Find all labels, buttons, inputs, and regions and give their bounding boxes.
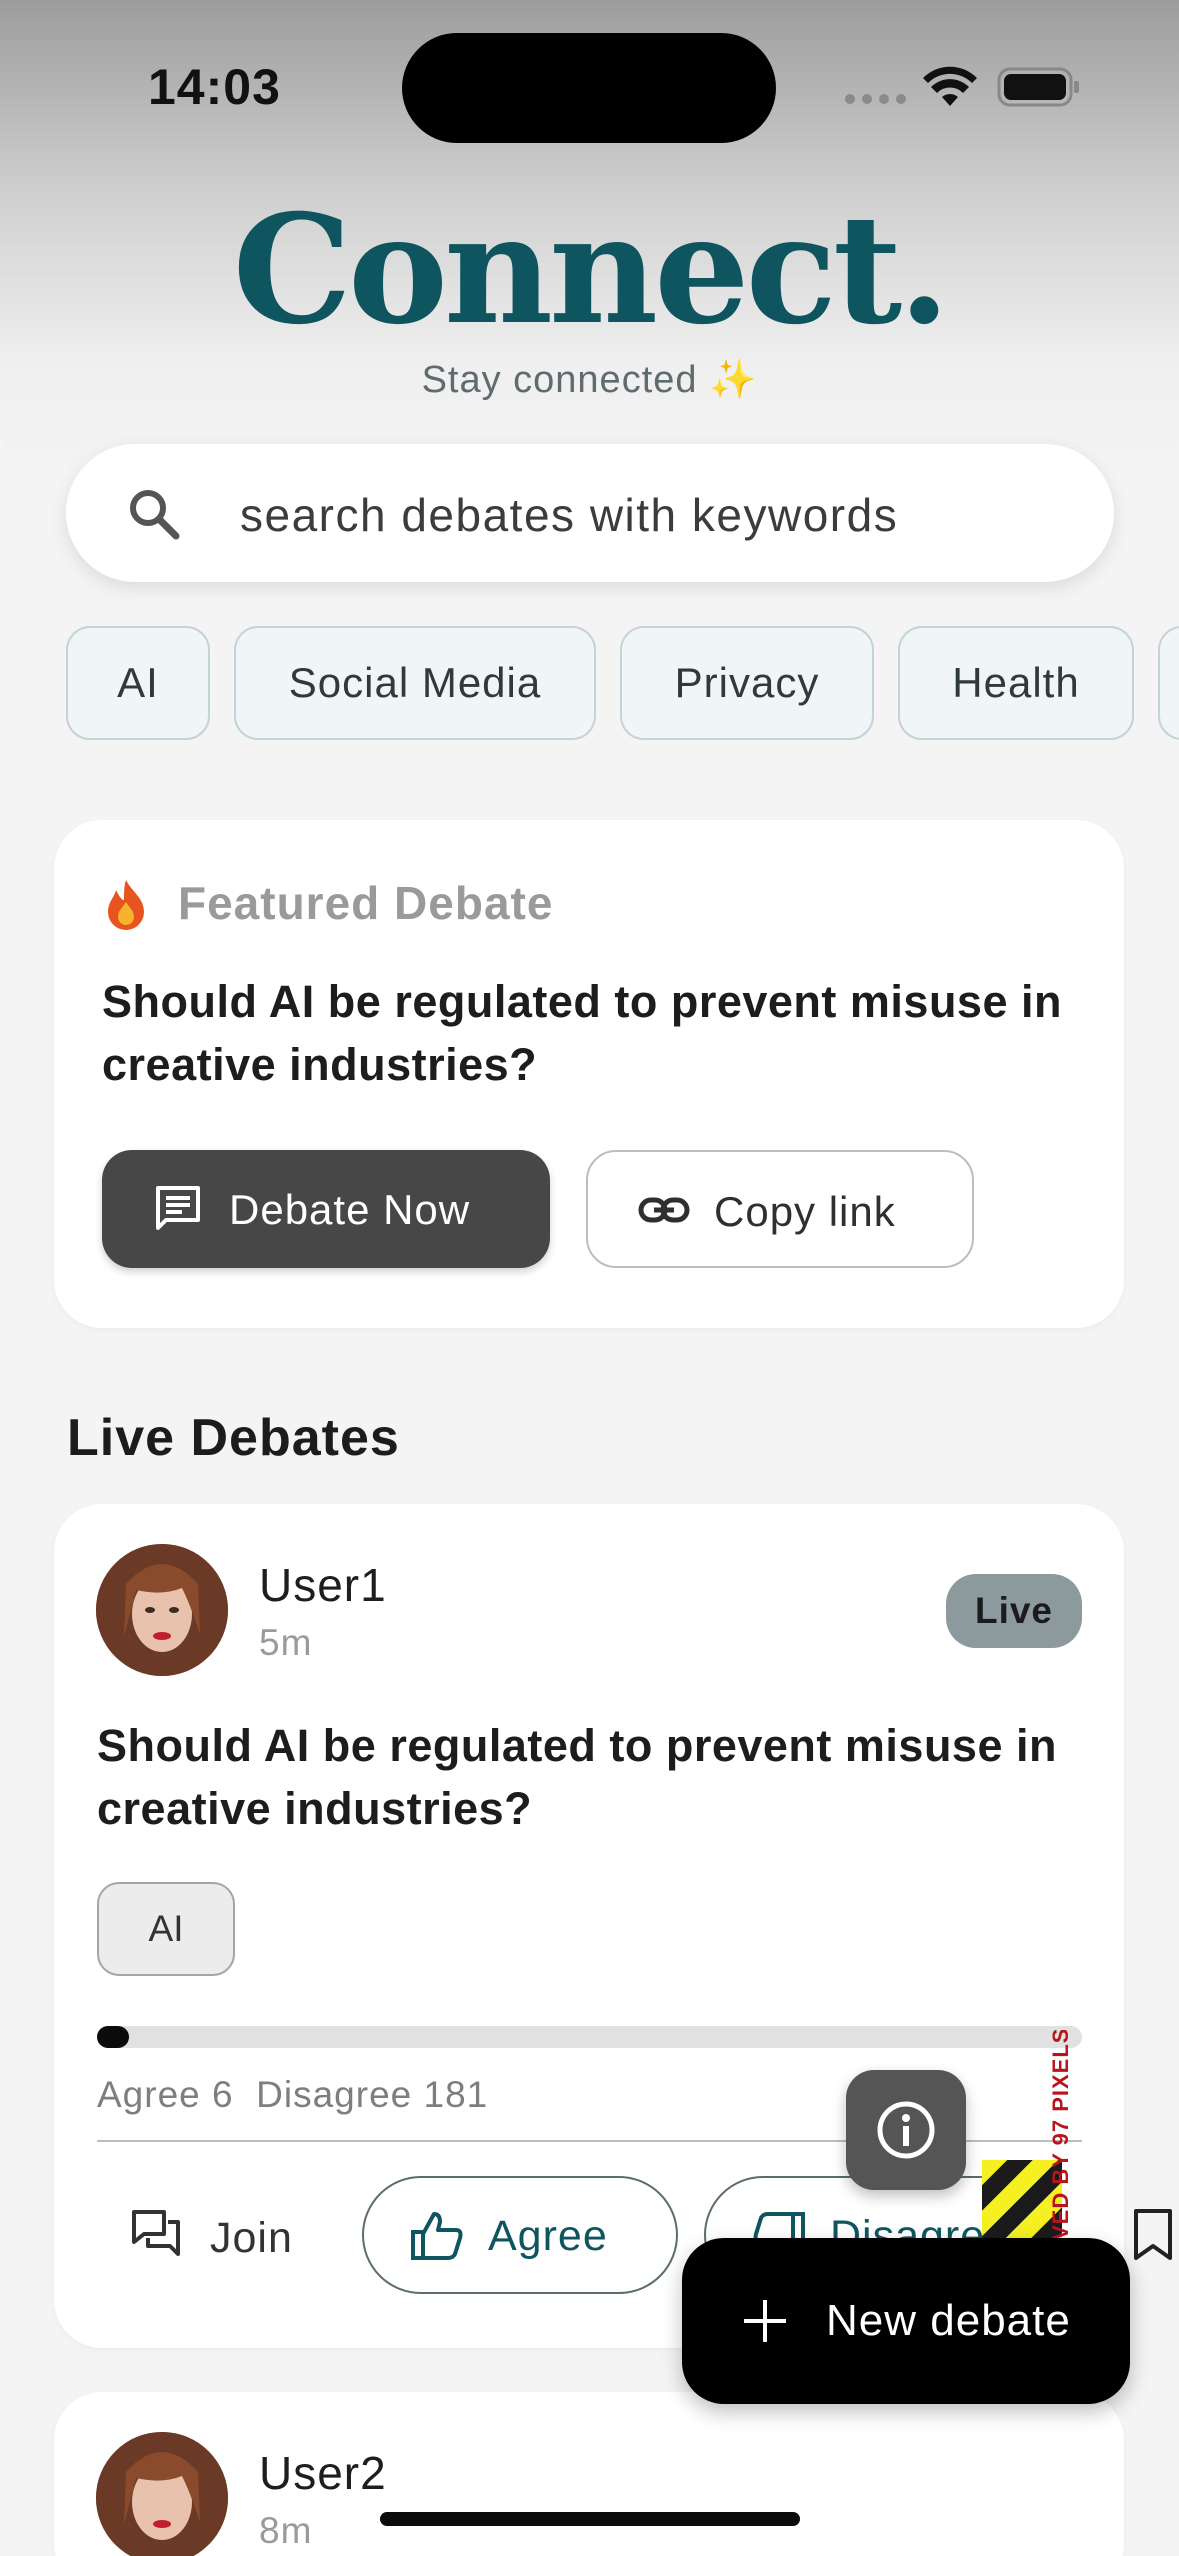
- info-button[interactable]: [846, 2070, 966, 2190]
- vote-progress-bar: [97, 2026, 1082, 2048]
- chip-more[interactable]: [1158, 626, 1179, 740]
- chip-privacy[interactable]: Privacy: [620, 626, 874, 740]
- new-debate-label: New debate: [826, 2296, 1071, 2345]
- agree-button[interactable]: Agree: [362, 2176, 678, 2294]
- agree-progress-fill: [97, 2026, 129, 2048]
- plus-icon: [744, 2300, 786, 2342]
- category-chips: AI Social Media Privacy Health: [0, 626, 1179, 742]
- post-time: 5m: [259, 1622, 313, 1663]
- live-badge: Live: [946, 1574, 1082, 1648]
- copy-link-button[interactable]: Copy link: [586, 1150, 974, 1268]
- post-tag[interactable]: AI: [97, 1882, 235, 1976]
- featured-debate-label: Featured Debate: [178, 877, 554, 929]
- link-icon: [638, 1197, 690, 1223]
- app-logo-title: Connect.: [232, 182, 951, 358]
- chat-icon: [156, 1186, 200, 1230]
- watermark-text: VED BY 97 PIXELS: [1048, 2030, 1073, 2240]
- tagline-text: Stay connected: [421, 359, 698, 401]
- watermark: VED BY 97 PIXELS: [982, 2030, 1082, 2240]
- wifi-icon: [923, 66, 977, 106]
- disagree-count: Disagree 181: [256, 2074, 489, 2115]
- cellular-signal-icon: [845, 94, 906, 104]
- status-time: 14:03: [148, 59, 281, 115]
- debate-now-label: Debate Now: [229, 1186, 471, 1233]
- battery-icon: [997, 67, 1079, 107]
- chip-social-media[interactable]: Social Media: [234, 626, 596, 740]
- join-button[interactable]: Join: [130, 2178, 310, 2294]
- join-label: Join: [210, 2214, 293, 2262]
- dynamic-island: [402, 33, 776, 143]
- search-icon: [130, 490, 180, 540]
- vote-counts: Agree 6 Disagree 181: [97, 2074, 488, 2116]
- featured-question: Should AI be regulated to prevent misuse…: [102, 976, 1062, 1090]
- post-username[interactable]: User1: [259, 1558, 387, 1612]
- fire-icon: [108, 880, 144, 930]
- agree-count: Agree 6: [97, 2074, 234, 2115]
- search-input[interactable]: [240, 480, 1060, 550]
- home-indicator: [380, 2512, 800, 2526]
- bookmark-icon[interactable]: [1132, 2208, 1174, 2262]
- sparkle-icon: ✨: [709, 359, 758, 401]
- status-bar: 14:03: [0, 0, 1179, 170]
- copy-link-label: Copy link: [714, 1188, 896, 1235]
- tagline: Stay connected ✨: [0, 358, 1179, 402]
- avatar[interactable]: [96, 2432, 228, 2556]
- thumbs-up-icon: [411, 2212, 463, 2260]
- avatar[interactable]: [96, 1544, 228, 1676]
- debate-now-button[interactable]: Debate Now: [102, 1150, 550, 1268]
- info-icon: [877, 2101, 935, 2159]
- new-debate-button[interactable]: New debate: [682, 2238, 1130, 2404]
- post-question[interactable]: Should AI be regulated to prevent misuse…: [97, 1714, 1087, 1840]
- chip-ai[interactable]: AI: [66, 626, 210, 740]
- chip-health[interactable]: Health: [898, 626, 1134, 740]
- live-debates-title: Live Debates: [67, 1409, 400, 1467]
- forum-icon: [132, 2210, 180, 2256]
- post-time: 8m: [259, 2510, 313, 2551]
- agree-label: Agree: [488, 2212, 608, 2260]
- post-username[interactable]: User2: [259, 2446, 387, 2500]
